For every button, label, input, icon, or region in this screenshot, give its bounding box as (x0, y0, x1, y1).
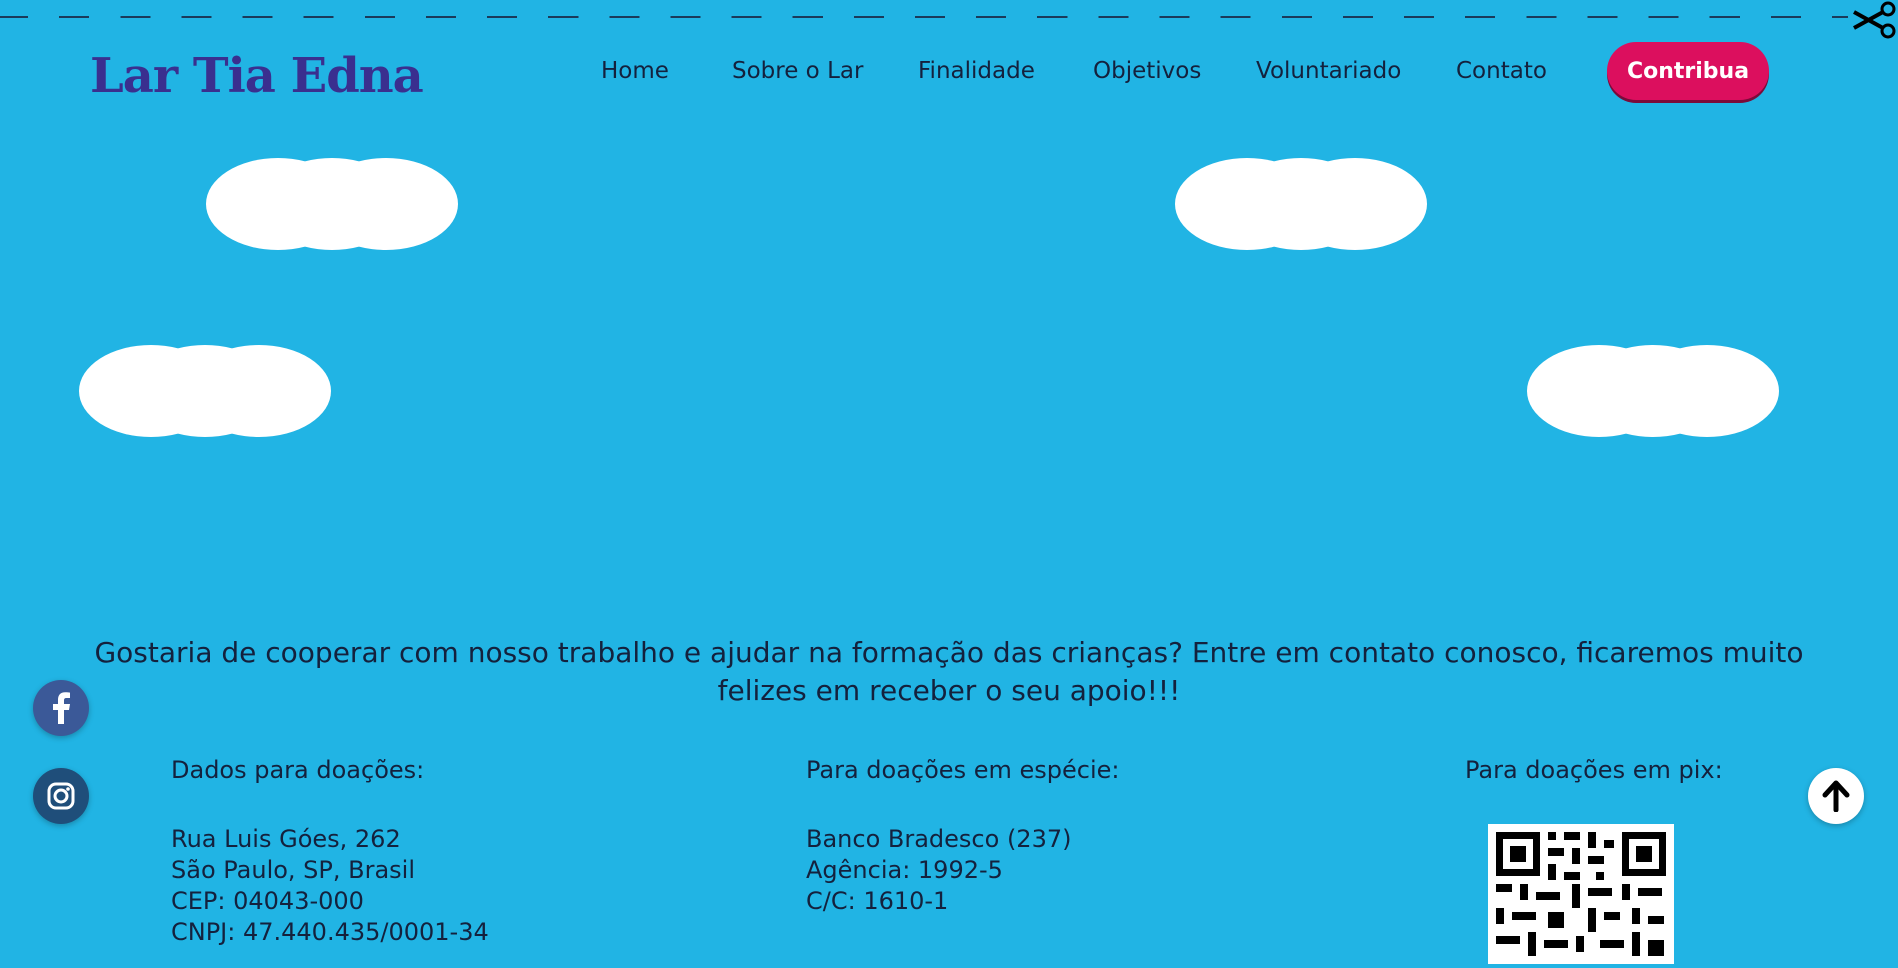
address-line: Rua Luis Góes, 262 (171, 825, 401, 853)
nav-objetivos[interactable]: Objetivos (1093, 58, 1201, 84)
facebook-button[interactable] (33, 680, 89, 736)
cloud-decoration (206, 158, 458, 250)
bank-line: Agência: 1992-5 (806, 856, 1003, 884)
address-line: CNPJ: 47.440.435/0001-34 (171, 918, 489, 946)
dashed-cut-line (0, 16, 1848, 18)
pix-qr-code (1488, 824, 1674, 964)
nav-sobre-o-lar[interactable]: Sobre o Lar (732, 58, 863, 84)
instagram-button[interactable] (33, 768, 89, 824)
cloud-decoration (1527, 345, 1779, 437)
arrow-up-icon (1822, 780, 1850, 812)
nav-voluntariado[interactable]: Voluntariado (1256, 58, 1401, 84)
nav-contato[interactable]: Contato (1456, 58, 1547, 84)
address-line: CEP: 04043-000 (171, 887, 364, 915)
donation-pix-title: Para doações em pix: (1465, 756, 1723, 784)
facebook-icon (53, 692, 70, 724)
donation-pix-block: Para doações em pix: (1465, 756, 1723, 784)
cloud-decoration (79, 345, 331, 437)
donation-bank-title: Para doações em espécie: (806, 756, 1120, 784)
contribua-button[interactable]: Contribua (1607, 42, 1769, 100)
invite-text: Gostaria de cooperar com nosso trabalho … (94, 636, 1804, 707)
instagram-icon (47, 782, 75, 810)
nav-finalidade[interactable]: Finalidade (918, 58, 1035, 84)
scroll-to-top-button[interactable] (1808, 768, 1864, 824)
donation-address-block: Dados para doações: Rua Luis Góes, 262 S… (171, 756, 489, 948)
bank-line: C/C: 1610-1 (806, 887, 949, 915)
cloud-decoration (1175, 158, 1427, 250)
nav-home[interactable]: Home (601, 58, 669, 84)
donation-bank-block: Para doações em espécie: Banco Bradesco … (806, 756, 1119, 917)
scissors-icon (1853, 1, 1896, 39)
donation-address-title: Dados para doações: (171, 756, 425, 784)
site-logo[interactable]: Lar Tia Edna (90, 48, 424, 104)
address-line: São Paulo, SP, Brasil (171, 856, 416, 884)
bank-line: Banco Bradesco (237) (806, 825, 1072, 853)
